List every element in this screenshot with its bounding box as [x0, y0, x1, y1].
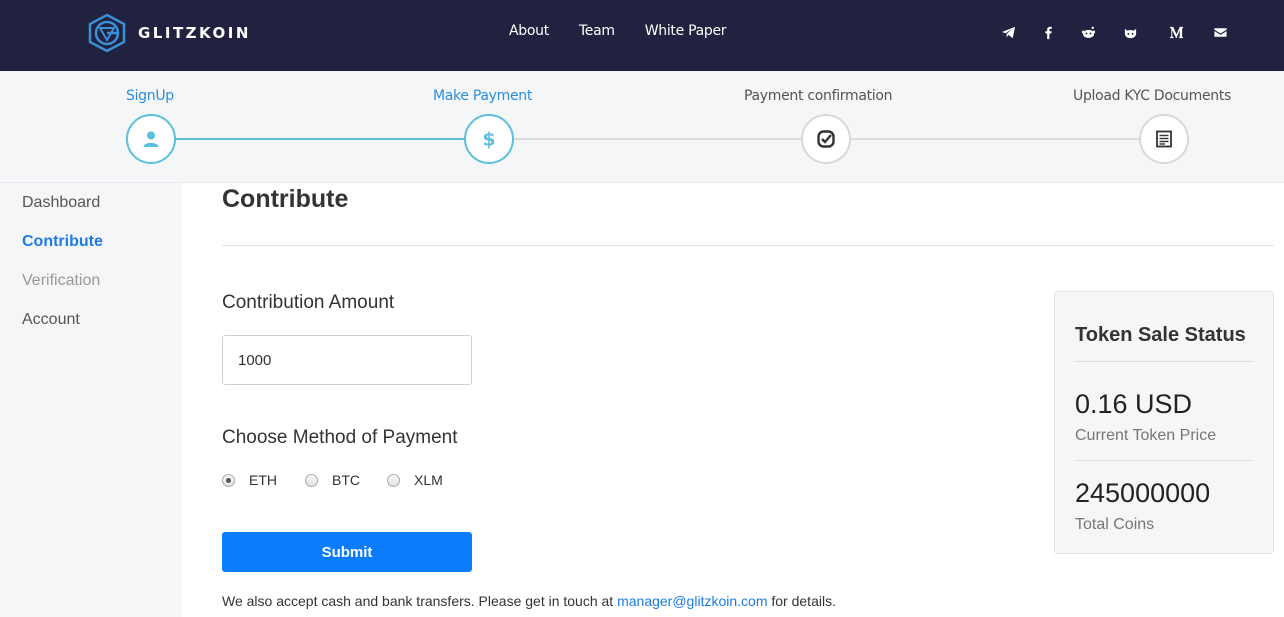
telegram-icon[interactable]: [998, 22, 1018, 42]
nav-link-team[interactable]: Team: [579, 23, 615, 39]
manager-email-link[interactable]: manager@glitzkoin.com: [617, 593, 767, 609]
sidebar-item-verification[interactable]: Verification: [22, 272, 100, 290]
token-price-value: 0.16 USD: [1075, 389, 1193, 419]
step-payment-confirmation[interactable]: [801, 114, 851, 164]
payment-option-xlm[interactable]: XLM: [387, 472, 443, 488]
step-label-make-payment: Make Payment: [433, 88, 533, 104]
note-suffix: for details.: [767, 593, 836, 609]
svg-text:$: $: [482, 129, 495, 149]
sidebar-item-contribute[interactable]: Contribute: [22, 233, 103, 251]
top-navbar: GLITZKOIN About Team White Paper: [0, 0, 1284, 71]
btc-radio[interactable]: [305, 473, 318, 487]
btc-label: BTC: [332, 472, 360, 488]
step-label-payment-confirmation: Payment confirmation: [744, 88, 893, 104]
email-icon[interactable]: [1210, 22, 1230, 42]
submit-button[interactable]: Submit: [222, 532, 472, 572]
page-title: Contribute: [222, 185, 349, 213]
brand-logo[interactable]: GLITZKOIN: [86, 13, 251, 53]
nav-link-about[interactable]: About: [509, 23, 549, 39]
payment-method-label: Choose Method of Payment: [222, 427, 458, 448]
card-title: Token Sale Status: [1075, 324, 1246, 346]
document-icon: [1156, 130, 1172, 148]
facebook-icon[interactable]: [1038, 22, 1058, 42]
payment-option-eth[interactable]: ETH: [222, 472, 277, 488]
dollar-icon: $: [482, 129, 495, 149]
main-nav: About Team White Paper: [509, 23, 756, 39]
token-price-caption: Current Token Price: [1075, 427, 1217, 444]
step-make-payment[interactable]: $: [464, 114, 514, 164]
eth-radio[interactable]: [222, 473, 235, 487]
total-coins-value: 245000000: [1075, 478, 1211, 508]
sidebar-item-account[interactable]: Account: [22, 311, 80, 329]
brand-name: GLITZKOIN: [138, 24, 251, 42]
step-label-signup: SignUp: [126, 88, 174, 104]
contribution-amount-label: Contribution Amount: [222, 292, 395, 313]
progress-steps: SignUp Make Payment Payment confirmation…: [0, 71, 1284, 183]
note-prefix: We also accept cash and bank transfers. …: [222, 593, 618, 609]
card-divider: [1075, 460, 1253, 461]
title-divider: [222, 245, 1274, 246]
card-divider: [1075, 361, 1253, 362]
github-icon[interactable]: [1120, 22, 1140, 42]
user-icon: [143, 131, 159, 147]
reddit-icon[interactable]: [1078, 22, 1098, 42]
xlm-label: XLM: [414, 472, 443, 488]
check-icon: [817, 130, 835, 148]
step-connector-complete: [151, 138, 489, 140]
step-signup[interactable]: [126, 114, 176, 164]
total-coins-caption: Total Coins: [1075, 516, 1155, 533]
xlm-radio[interactable]: [387, 473, 400, 487]
eth-label: ETH: [249, 472, 277, 488]
step-upload-kyc[interactable]: [1139, 114, 1189, 164]
step-label-upload-kyc: Upload KYC Documents: [1073, 88, 1232, 104]
medium-icon[interactable]: [1166, 22, 1186, 42]
contribution-amount-input[interactable]: [222, 335, 472, 385]
payment-option-btc[interactable]: BTC: [305, 472, 360, 488]
sidebar-item-dashboard[interactable]: Dashboard: [22, 194, 100, 212]
token-sale-status-card: Token Sale Status 0.16 USD Current Token…: [1054, 291, 1274, 554]
sidebar: Dashboard Contribute Verification Accoun…: [0, 183, 182, 617]
nav-link-white-paper[interactable]: White Paper: [645, 23, 727, 39]
payment-note: We also accept cash and bank transfers. …: [222, 593, 836, 609]
glitzkoin-logo-icon: [88, 13, 126, 53]
